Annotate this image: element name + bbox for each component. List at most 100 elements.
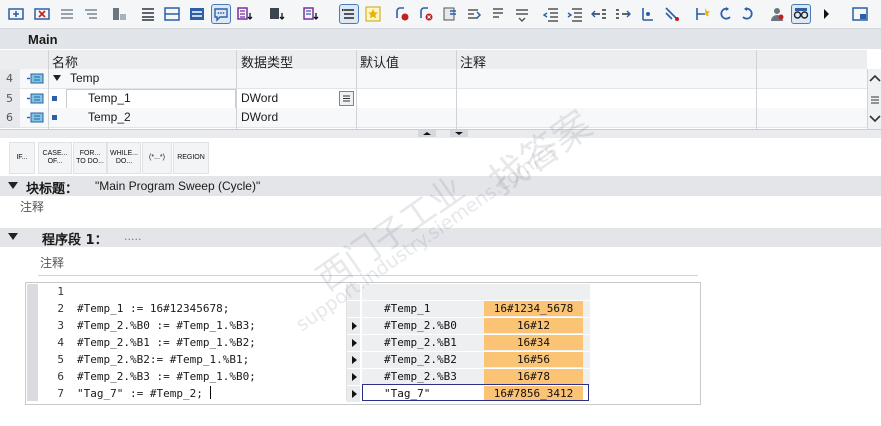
table-row[interactable]: 5 Temp_1 DWord: [0, 89, 867, 109]
code-line[interactable]: #Temp_2.%B3 := #Temp_1.%B0;: [77, 370, 256, 383]
variable-name[interactable]: Temp: [70, 69, 99, 88]
variable-name[interactable]: Temp_2: [88, 108, 131, 127]
scroll-up-icon[interactable]: [869, 73, 881, 83]
open-networks-icon[interactable]: [58, 5, 76, 23]
table-row[interactable]: 6 Temp_2 DWord: [0, 108, 867, 128]
close-networks-icon[interactable]: [82, 5, 100, 23]
block-comment[interactable]: 注释: [20, 198, 44, 215]
watch-value[interactable]: 16#34: [484, 335, 583, 350]
line-number: 6: [57, 370, 64, 383]
rollback-icon[interactable]: [716, 5, 734, 23]
insert-if-button[interactable]: IF...: [9, 142, 35, 174]
scroll-down-icon[interactable]: [869, 114, 881, 124]
insert-while-button[interactable]: WHILE... DO...: [107, 142, 141, 174]
insert-comment-button[interactable]: (*...*): [142, 142, 172, 174]
code-line[interactable]: "Tag_7" := #Temp_2;: [77, 387, 203, 400]
more-arrow-icon[interactable]: [818, 5, 836, 23]
collapse-triangle-icon[interactable]: [8, 233, 18, 241]
monitoring-icon[interactable]: [693, 5, 711, 23]
interface-temp-icon: [27, 93, 44, 104]
user-icon[interactable]: [768, 5, 786, 23]
insert-region-button[interactable]: REGION: [173, 142, 209, 174]
toggle-lad-icon[interactable]: [110, 5, 128, 23]
step-over-icon[interactable]: [465, 5, 483, 23]
expand-arrow-icon[interactable]: [352, 339, 357, 347]
watch-value[interactable]: 16#78: [484, 369, 583, 384]
variable-name[interactable]: Temp_1: [88, 89, 131, 108]
scroll-list-icon[interactable]: [869, 95, 881, 105]
favorites-icon[interactable]: [364, 5, 382, 23]
maximize-icon[interactable]: [851, 5, 869, 23]
block-title: Main: [28, 32, 58, 47]
row-number: 6: [0, 108, 20, 127]
watch-value[interactable]: 16#56: [484, 352, 583, 367]
collapse-down-icon[interactable]: [450, 130, 468, 137]
monitor-line-icon[interactable]: [663, 5, 681, 23]
block-title-value[interactable]: "Main Program Sweep (Cycle)": [95, 179, 260, 193]
interface-temp-icon: [27, 73, 44, 84]
insert-network-icon[interactable]: [7, 5, 25, 23]
table-row[interactable]: 4 Temp: [0, 69, 867, 89]
step-icon[interactable]: [441, 5, 459, 23]
comment-icon[interactable]: [211, 4, 231, 24]
symbol-info-icon[interactable]: [268, 5, 286, 23]
line-number: 3: [57, 319, 64, 332]
column-divider: [756, 50, 757, 129]
variable-type[interactable]: DWord: [241, 108, 278, 127]
step-into-icon[interactable]: [489, 5, 507, 23]
interface-header: [0, 50, 867, 70]
glasses-icon[interactable]: [791, 4, 811, 24]
network-comment[interactable]: 注释: [40, 254, 64, 271]
overview-icon[interactable]: [188, 5, 206, 23]
insert-case-button[interactable]: CASE... OF...: [38, 142, 72, 174]
watch-gutter: [347, 301, 360, 317]
outdent-icon[interactable]: [542, 5, 560, 23]
variable-type[interactable]: DWord: [241, 89, 278, 108]
watch-value[interactable]: 16#12: [484, 318, 583, 333]
expand-triangle-icon[interactable]: [53, 75, 61, 82]
delete-breakpoint-icon[interactable]: [417, 5, 435, 23]
collapse-triangle-icon[interactable]: [8, 182, 18, 190]
code-line[interactable]: #Temp_1 := 16#12345678;: [77, 302, 229, 315]
watch-operand: #Temp_2.%B1: [384, 336, 457, 349]
code-line[interactable]: #Temp_2.%B1 := #Temp_1.%B2;: [77, 336, 256, 349]
line-number: 2: [57, 302, 64, 315]
collapse-up-icon[interactable]: [418, 130, 436, 137]
block-title-label: 块标题：: [26, 182, 79, 197]
indent-icon[interactable]: [566, 5, 584, 23]
step-out-icon[interactable]: [513, 5, 531, 23]
pane-splitter[interactable]: [0, 129, 881, 138]
delete-network-icon[interactable]: [33, 5, 51, 23]
undo-icon[interactable]: [739, 5, 757, 23]
watch-operand: #Temp_1: [384, 302, 431, 315]
datatype-picker-icon[interactable]: [339, 91, 354, 106]
expand-arrow-icon[interactable]: [352, 322, 357, 330]
column-divider: [48, 50, 49, 129]
expand-arrow-icon[interactable]: [352, 390, 357, 398]
vertical-scrollbar[interactable]: [867, 69, 881, 129]
comment-line-icon[interactable]: [590, 5, 608, 23]
expand-arrow-icon[interactable]: [352, 356, 357, 364]
uncomment-line-icon[interactable]: [614, 5, 632, 23]
network-title[interactable]: .....: [124, 230, 141, 243]
watch-selection: [362, 384, 589, 401]
line-number: 4: [57, 336, 64, 349]
navigation-icon[interactable]: [339, 4, 359, 24]
row-number: 5: [0, 89, 20, 108]
absolute-operands-icon[interactable]: [236, 5, 254, 23]
list-view-icon[interactable]: [139, 5, 157, 23]
code-line[interactable]: #Temp_2.%B2:= #Temp_1.%B1;: [77, 353, 249, 366]
code-line[interactable]: #Temp_2.%B0 := #Temp_1.%B3;: [77, 319, 256, 332]
divider: [38, 275, 698, 276]
expand-arrow-icon[interactable]: [352, 373, 357, 381]
split-view-icon[interactable]: [163, 5, 181, 23]
watch-value[interactable]: 16#1234_5678: [484, 301, 583, 316]
tag-info-icon[interactable]: [302, 5, 320, 23]
insert-for-button[interactable]: FOR... TO DO...: [73, 142, 107, 174]
row-number: 4: [0, 69, 20, 88]
variable-marker-icon: [52, 115, 57, 120]
variable-marker-icon: [52, 96, 57, 101]
breakpoint-icon[interactable]: [393, 5, 411, 23]
goto-line-icon[interactable]: [639, 5, 657, 23]
toolbar: [0, 0, 881, 29]
